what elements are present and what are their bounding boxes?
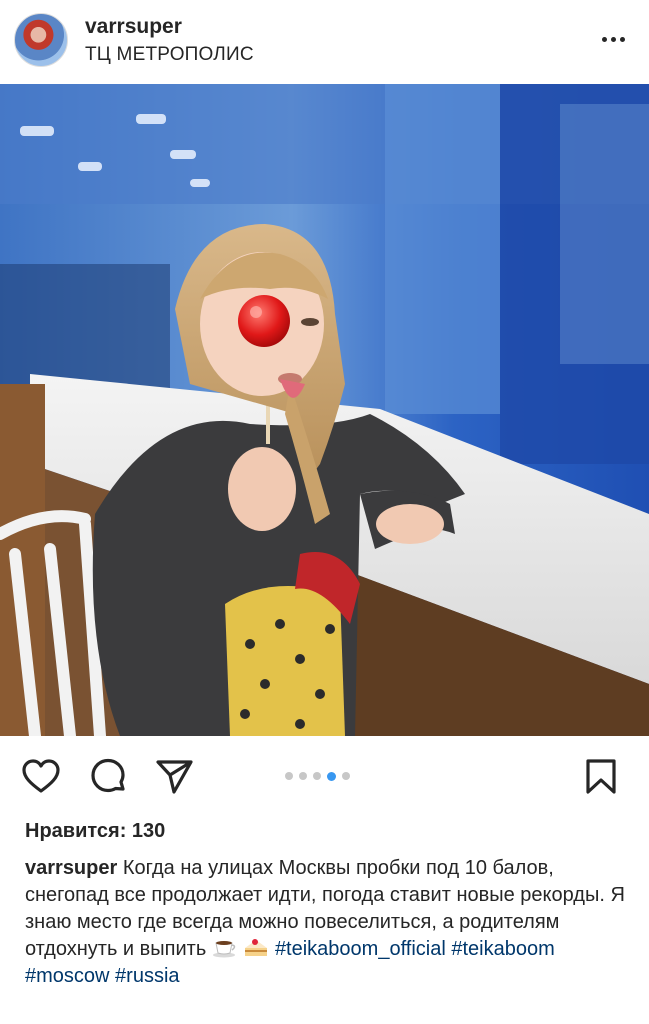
comment-icon[interactable] [87,756,129,798]
heart-icon[interactable] [20,756,62,798]
hashtag-link[interactable]: #moscow [25,965,109,987]
carousel-dot-active [327,771,336,781]
post-location[interactable]: ТЦ МЕТРОПОЛИС [85,44,254,66]
post-caption: varrsuper Когда на улицах Москвы пробки … [25,855,625,990]
avatar[interactable] [14,13,68,67]
more-options-icon[interactable] [599,28,627,50]
carousel-dot [285,772,293,780]
carousel-dot [313,772,321,780]
bookmark-icon[interactable] [580,756,622,798]
hashtag-link[interactable]: #teikaboom [451,938,554,960]
send-icon[interactable] [153,756,195,798]
hashtag-link[interactable]: #russia [115,965,179,987]
post-username[interactable]: varrsuper [85,15,182,39]
carousel-dot [342,772,350,780]
hashtag-link[interactable]: #teikaboom_official [275,938,446,960]
carousel-dot [299,772,307,780]
carousel-indicator [285,771,350,781]
post-action-bar [0,736,649,816]
caption-username[interactable]: varrsuper [25,857,117,879]
likes-count[interactable]: Нравится: 130 [25,820,165,843]
post-photo[interactable] [0,84,649,736]
post-header: varrsuper ТЦ МЕТРОПОЛИС [0,0,649,84]
cake-icon [245,939,268,956]
coffee-cup-icon [212,941,236,958]
